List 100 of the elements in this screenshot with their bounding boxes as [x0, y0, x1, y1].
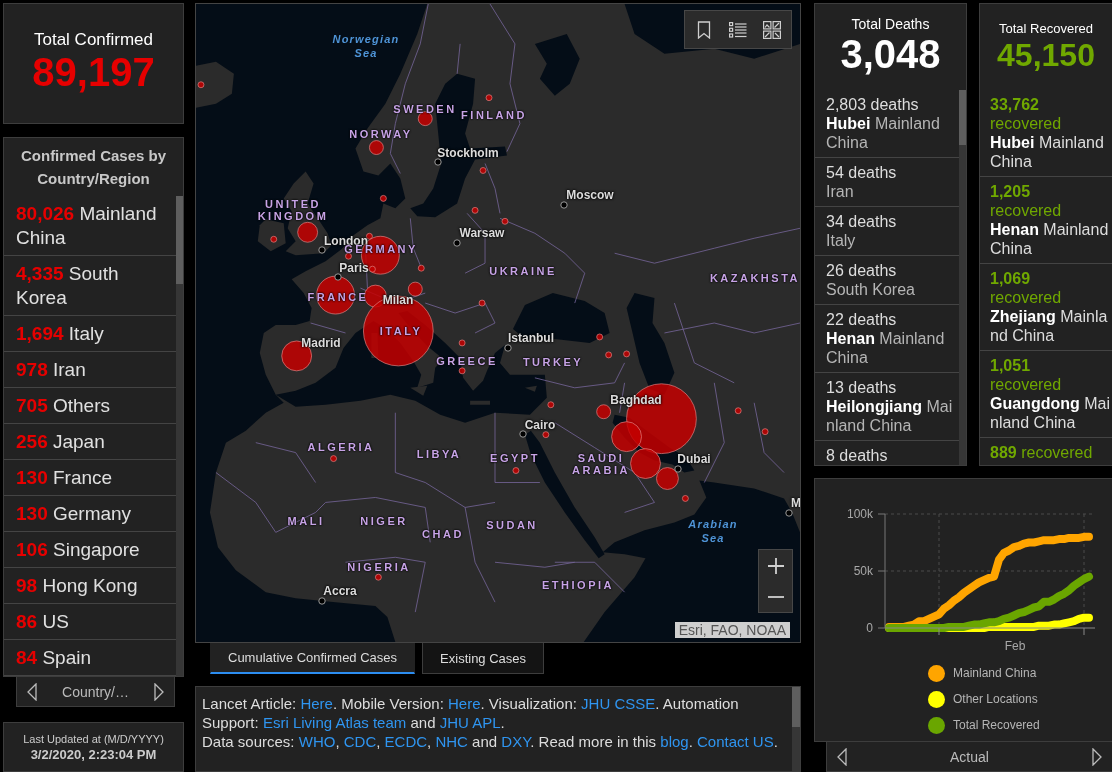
right-triangle-icon	[154, 682, 164, 701]
sea-label: Norwegian Sea	[332, 32, 400, 60]
city-label: Dubai	[677, 452, 711, 466]
country-label: NIGERIA	[347, 561, 411, 573]
city-dot-icon	[318, 246, 326, 254]
link[interactable]: Here	[447, 695, 481, 712]
country-label: ETHIOPIA	[542, 579, 614, 591]
island	[410, 385, 428, 396]
list-title: Confirmed Cases by Country/Region	[19, 146, 167, 189]
tab[interactable]: Existing Cases	[422, 643, 545, 674]
country-label: MALI	[287, 515, 325, 527]
pager-label: Country/…	[62, 683, 129, 700]
city-dot-icon	[560, 201, 568, 209]
city-label: Cairo	[524, 418, 556, 432]
city-label: Moscow	[566, 188, 614, 202]
city-dot-icon	[434, 158, 442, 166]
link[interactable]: WHO	[298, 733, 336, 750]
link[interactable]: Contact US	[697, 733, 774, 750]
country-border	[456, 43, 461, 75]
left-triangle-icon	[837, 747, 847, 766]
total-confirmed-count: 89,197	[32, 50, 155, 94]
country-border	[310, 322, 346, 334]
link[interactable]: NHC	[435, 733, 468, 750]
grid-icon	[763, 20, 781, 39]
tab[interactable]: Cumulative Confirmed Cases	[210, 643, 416, 674]
bookmark-icon	[697, 20, 711, 39]
legend-label: Mainland China	[953, 666, 1037, 680]
last-updated-time: 3/2/2020, 2:23:04 PM	[29, 746, 158, 763]
left-triangle-icon	[27, 682, 37, 701]
sea-area	[534, 33, 580, 96]
country-label: LIBYA	[416, 448, 462, 460]
map-attribution: Esri, FAO, NOAA	[674, 622, 790, 638]
plus-icon	[767, 557, 784, 574]
city-dot-icon	[334, 273, 342, 281]
sea-label: Arabian Sea	[688, 517, 738, 545]
country-label: FINLAND	[461, 109, 527, 121]
city-dot-icon	[318, 597, 326, 605]
recovered-list-item[interactable]: 33,762 recovered Hubei Mainland China	[980, 90, 1112, 177]
city-dot-icon	[674, 465, 682, 473]
country-label: ALGERIA	[307, 441, 375, 453]
list-icon	[729, 21, 747, 38]
country-label: ITALY	[379, 325, 423, 337]
recovered-list-item[interactable]: 1,051 recovered Guangdong Mainland China	[980, 351, 1112, 438]
link[interactable]: Here	[300, 695, 333, 712]
island	[524, 385, 537, 392]
recovered-list-item[interactable]: 1,205 recovered Henan Mainland China	[980, 177, 1112, 264]
city-dot-icon	[504, 344, 512, 352]
recovered-list-item[interactable]: 1,069 recovered Zhejiang Mainland China	[980, 264, 1112, 351]
pager-label: Actual	[950, 748, 989, 765]
case-bubble[interactable]	[458, 367, 466, 375]
city-label: Milan	[382, 293, 414, 307]
link[interactable]: DXY	[501, 733, 531, 750]
country-label: SWEDEN	[393, 103, 457, 115]
axis-label: 100k	[846, 507, 873, 521]
right-triangle-icon	[1092, 747, 1102, 766]
country-label: EGYPT	[490, 452, 540, 464]
panel-title: Total Recovered	[998, 21, 1094, 37]
country-label: UNITED KINGDOM	[257, 198, 329, 222]
legend-label: Other Locations	[953, 692, 1038, 706]
axis-label: 0	[866, 621, 873, 635]
link[interactable]: blog	[660, 733, 689, 750]
country-border	[753, 402, 785, 473]
scrollbar[interactable]	[959, 90, 966, 465]
city-dot-icon	[519, 430, 527, 438]
country-label: SAUDI ARABIA	[572, 452, 630, 476]
country-label: GREECE	[436, 355, 498, 367]
city-label: Stockholm	[437, 146, 499, 160]
country-label: NORWAY	[349, 128, 413, 140]
city-label: Warsaw	[459, 226, 505, 240]
scrollbar[interactable]	[176, 196, 183, 676]
panel-title: Total Deaths	[850, 16, 931, 33]
country-label: UKRAINE	[489, 265, 557, 277]
link[interactable]: Esri Living Atlas team	[262, 714, 407, 731]
info-text: Data sources: WHO, CDC, ECDC, NHC and DXY. Read more in this blog. Contact US.	[202, 732, 779, 751]
minus-icon	[767, 595, 784, 598]
country-label: TURKEY	[522, 356, 584, 368]
city-dot-icon	[785, 509, 793, 517]
info-text: Lancet Article: Here. Mobile Version: Here. Visualization: JHU CSSE. Automation Support: Esri Living Atlas team and JHU APL.	[202, 694, 740, 732]
axis-label: 50k	[853, 564, 873, 578]
city-dot-icon	[453, 239, 461, 247]
recovered-list-item[interactable]: 889 recovered	[980, 438, 1112, 465]
link[interactable]: JHU APL	[439, 714, 501, 731]
country-border	[484, 163, 501, 214]
island	[196, 61, 234, 108]
country-label: KAZAKHSTA	[709, 272, 800, 284]
scrollbar[interactable]	[792, 687, 800, 771]
country-label: SUDAN	[486, 519, 538, 531]
case-bubble[interactable]	[656, 467, 679, 490]
case-bubble[interactable]	[596, 333, 603, 341]
city-label: Istanbul	[508, 331, 554, 345]
total-recovered-count: 45,150	[996, 37, 1096, 73]
country-label: NIGER	[360, 515, 408, 527]
island	[470, 400, 491, 405]
city-label: M	[791, 496, 800, 510]
city-label: Madrid	[301, 336, 341, 350]
country-label: CHAD	[422, 528, 464, 540]
country-border	[424, 302, 496, 334]
case-bubble[interactable]	[611, 421, 642, 452]
panel-title: Total Confirmed	[33, 29, 154, 50]
city-label: Accra	[323, 584, 357, 598]
